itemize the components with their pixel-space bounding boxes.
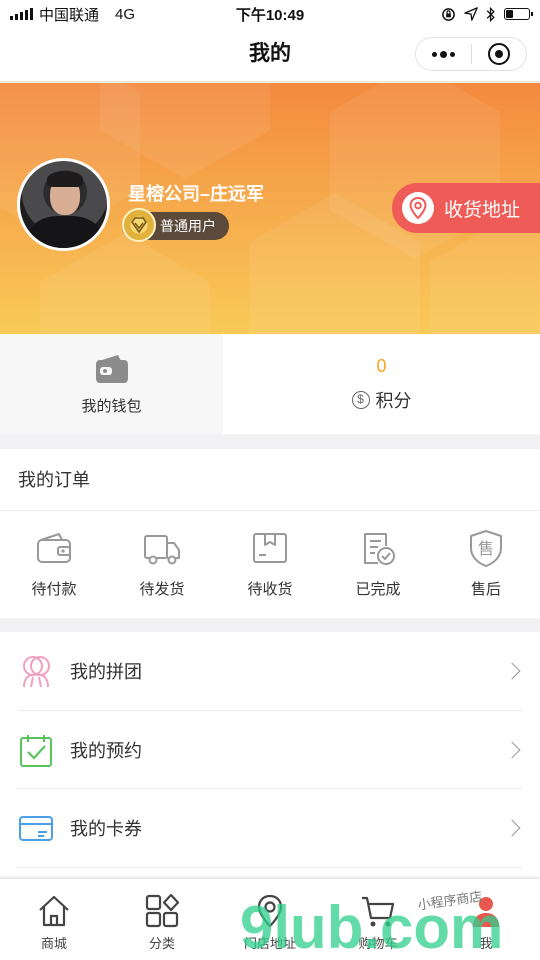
- order-completed[interactable]: 已完成: [324, 511, 432, 618]
- shipping-address-label: 收货地址: [444, 199, 521, 221]
- chevron-right-icon: [503, 819, 521, 837]
- close-program-button[interactable]: [472, 38, 527, 70]
- target-icon: [487, 43, 510, 65]
- menu-list: 我的拼团 我的预约 我的卡券: [0, 632, 540, 876]
- menu-item-coupons[interactable]: 我的卡券: [0, 789, 540, 868]
- tab-label: 分类: [148, 936, 175, 951]
- tab-bar: 商城 分类 门店地址 购物车 我: [0, 878, 540, 960]
- tab-store-address[interactable]: 门店地址: [216, 879, 324, 960]
- order-pending-shipment[interactable]: 待发货: [108, 511, 216, 618]
- shipping-address-button[interactable]: 收货地址: [392, 183, 540, 233]
- tab-category[interactable]: 分类: [108, 879, 216, 960]
- menu-label: 我的预约: [70, 740, 142, 761]
- status-time: 下午10:49: [235, 6, 305, 24]
- chevron-right-icon: [503, 662, 521, 680]
- avatar[interactable]: [17, 158, 110, 251]
- points-value: 0: [376, 355, 387, 376]
- menu-item-group-buy[interactable]: 我的拼团: [0, 632, 540, 711]
- chevron-right-icon: [503, 741, 521, 759]
- nav-bar: 我的: [0, 28, 540, 82]
- card-icon: [19, 816, 53, 842]
- profile-banner: 星榕公司–庄远军 普通用户 收货地址: [0, 83, 540, 334]
- tab-label: 购物车: [358, 936, 398, 951]
- order-label: 待收货: [247, 581, 293, 598]
- points-label: 积分: [375, 390, 412, 411]
- wallet-outline-icon: [37, 533, 71, 563]
- tab-cart[interactable]: 购物车: [324, 879, 432, 960]
- orders-title: 我的订单: [0, 449, 540, 511]
- location-pin-icon: [402, 192, 434, 224]
- network-label: 4G: [115, 5, 136, 23]
- order-label: 待发货: [139, 581, 185, 598]
- order-label: 待付款: [31, 581, 77, 598]
- shield-icon-text: 售: [478, 539, 494, 558]
- tab-label: 门店地址: [243, 936, 296, 951]
- rotation-lock-icon: [442, 7, 455, 21]
- order-pending-payment[interactable]: 待付款: [0, 511, 108, 618]
- checked-document-icon: [364, 533, 395, 565]
- location-arrow-icon: [464, 7, 478, 21]
- location-pin-icon: [257, 894, 283, 928]
- more-button[interactable]: [416, 38, 471, 70]
- person-icon: [473, 897, 499, 927]
- carrier-label: 中国联通: [39, 6, 100, 24]
- stats-section: 我的钱包 0 $ 积分: [0, 334, 540, 434]
- battery-icon: [504, 8, 533, 20]
- order-after-sales[interactable]: 售 售后: [432, 511, 540, 618]
- mini-program-capsule: [415, 37, 527, 71]
- order-label: 已完成: [355, 581, 401, 598]
- more-dots-icon: [431, 50, 455, 58]
- truck-icon: [144, 535, 180, 565]
- wallet-entry[interactable]: 我的钱包: [0, 334, 223, 434]
- bluetooth-icon: [486, 6, 495, 22]
- menu-label: 我的卡券: [70, 819, 142, 840]
- coin-icon: $: [351, 390, 370, 409]
- menu-item-reservation[interactable]: 我的预约: [0, 711, 540, 790]
- group-users-icon: [23, 656, 50, 688]
- package-icon: [253, 533, 287, 563]
- tab-me[interactable]: 我: [432, 879, 540, 960]
- signal-icon: [10, 8, 33, 20]
- user-name: 星榕公司–庄远军: [128, 184, 265, 204]
- calendar-check-icon: [20, 734, 52, 767]
- diamond-medal-icon: [122, 208, 156, 242]
- order-pending-receipt[interactable]: 待收货: [216, 511, 324, 618]
- tab-label: 商城: [40, 936, 67, 951]
- cart-icon: [362, 896, 395, 927]
- status-bar: 中国联通 4G 下午10:49: [0, 0, 540, 28]
- menu-label: 我的拼团: [70, 662, 142, 683]
- tab-label: 我: [479, 936, 493, 951]
- home-icon: [39, 895, 69, 927]
- category-grid-icon: [145, 893, 180, 928]
- wallet-label: 我的钱包: [81, 397, 142, 415]
- points-entry[interactable]: 0 $ 积分: [223, 334, 540, 434]
- order-label: 售后: [470, 581, 501, 598]
- orders-section: 我的订单 待付款 待发货 待收货 已完成 售 售后: [0, 449, 540, 618]
- tab-mall[interactable]: 商城: [0, 879, 108, 960]
- wallet-icon: [95, 354, 128, 383]
- shield-icon: 售: [470, 530, 502, 567]
